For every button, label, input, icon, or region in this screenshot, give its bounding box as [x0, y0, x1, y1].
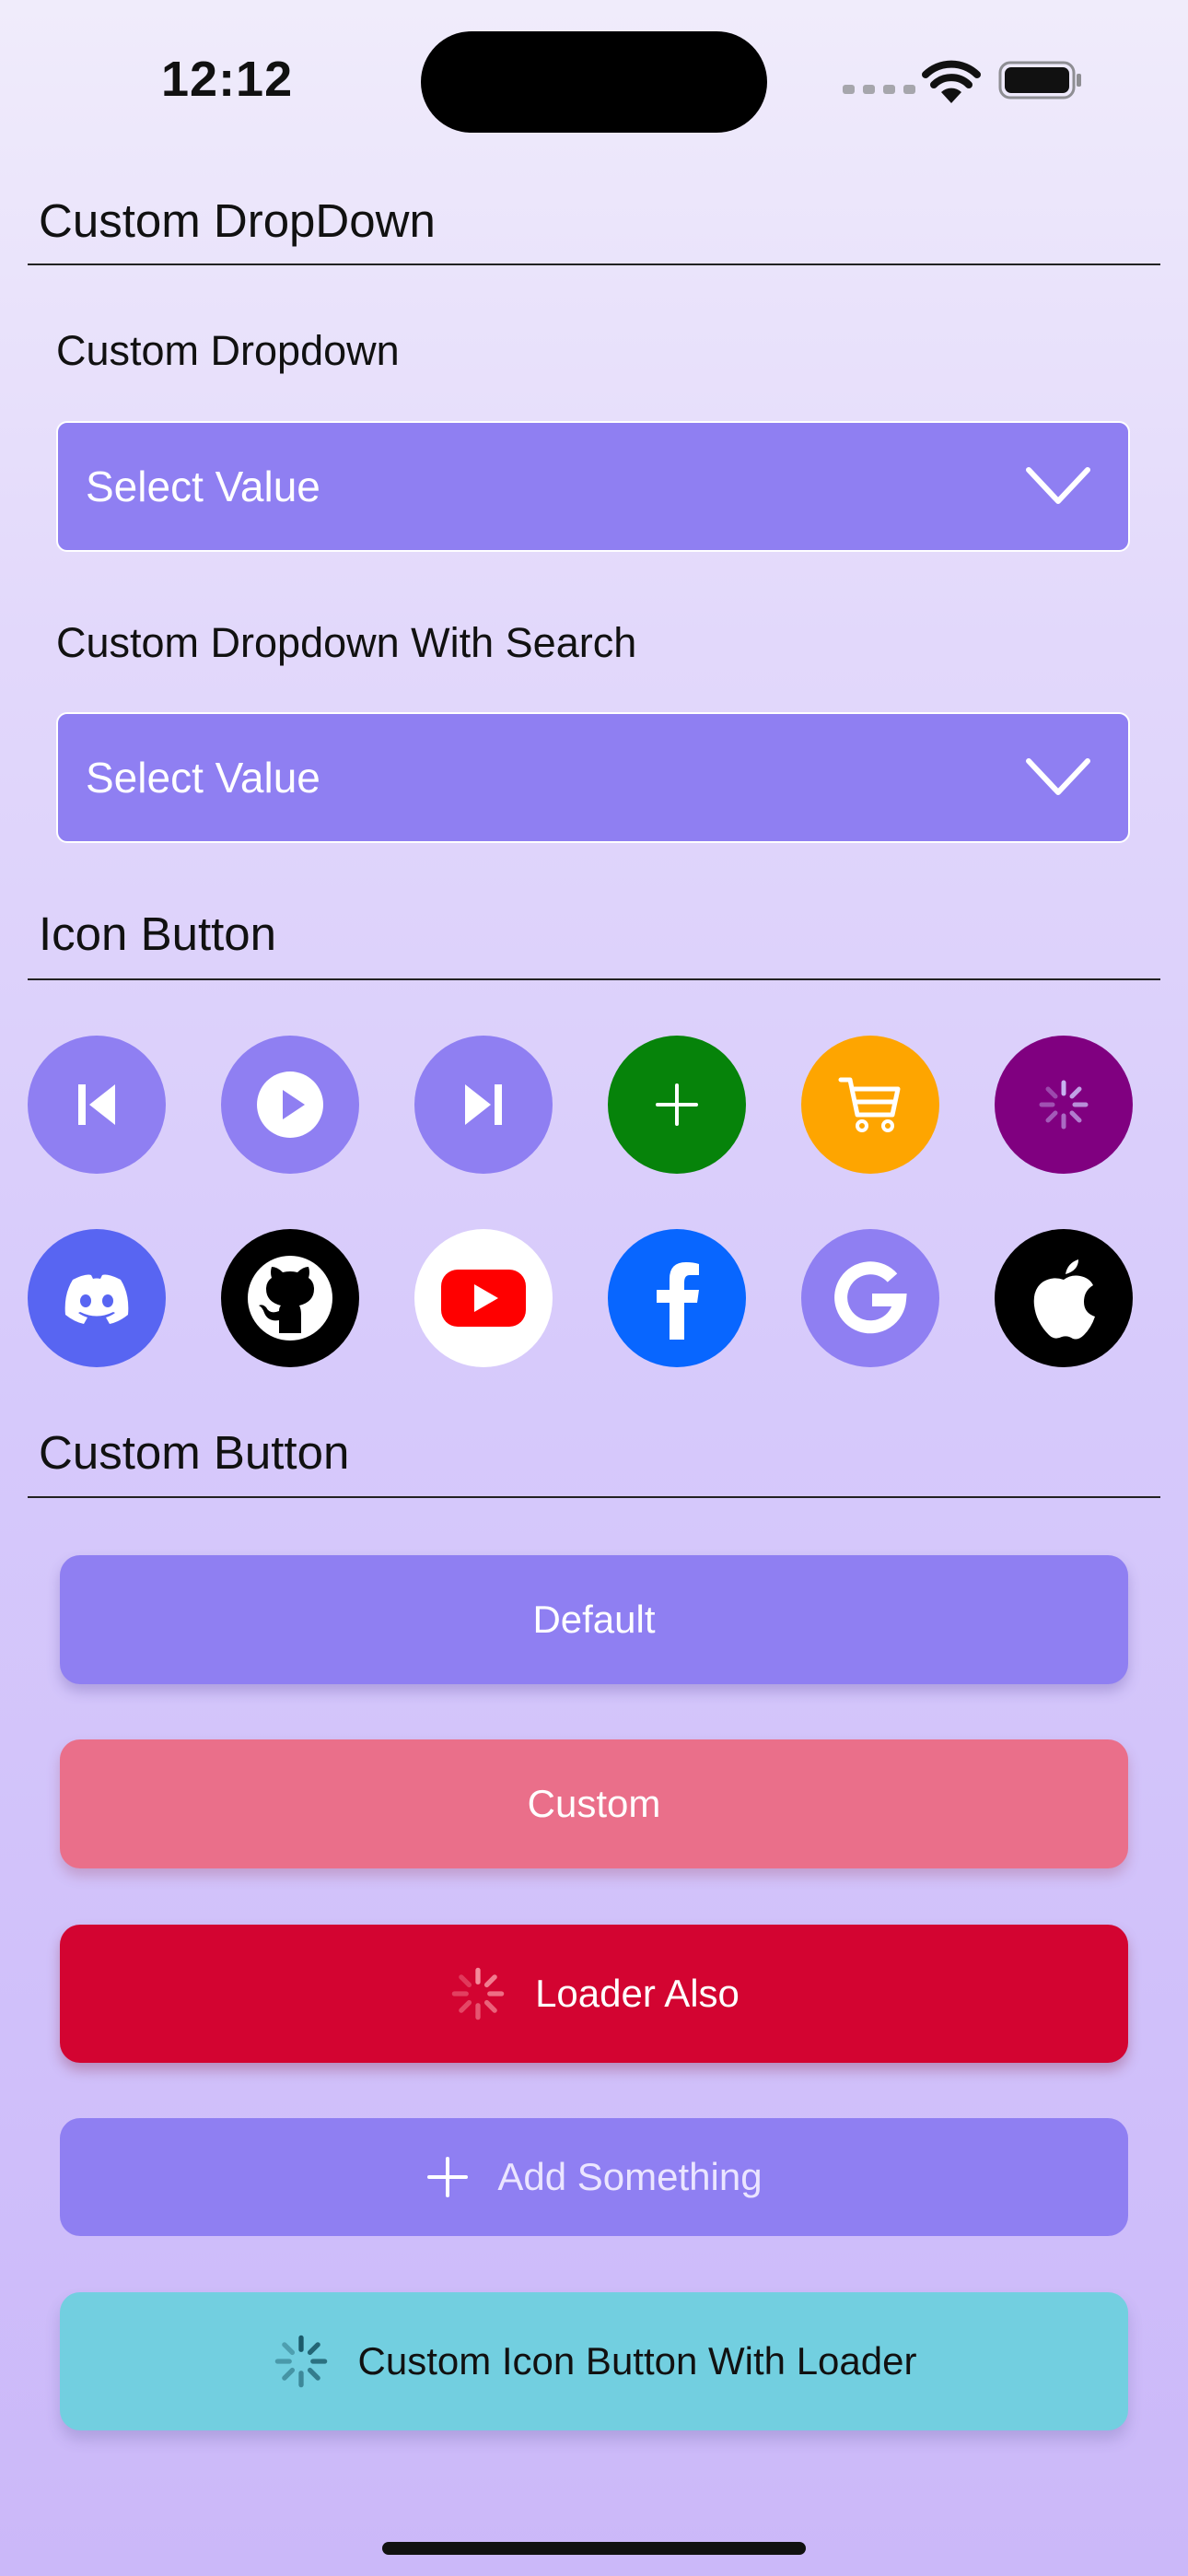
home-indicator[interactable]	[382, 2542, 806, 2555]
custom-dropdown[interactable]: Select Value	[56, 421, 1130, 552]
custom-dropdown-search[interactable]: Select Value	[56, 712, 1130, 843]
loader-button-label: Loader Also	[535, 1972, 740, 2015]
apple-button[interactable]	[995, 1229, 1133, 1367]
spinner-icon	[272, 2332, 331, 2391]
loading-button[interactable]	[995, 1036, 1133, 1174]
discord-button[interactable]	[28, 1229, 166, 1367]
custom-icon-loader-button[interactable]: Custom Icon Button With Loader	[60, 2292, 1128, 2430]
status-time: 12:12	[161, 52, 294, 107]
dropdown-search-label: Custom Dropdown With Search	[56, 619, 637, 666]
spinner-icon	[448, 1964, 507, 2023]
section-title-custom-button: Custom Button	[39, 1426, 350, 1479]
skip-next-icon	[465, 1084, 502, 1125]
plus-icon	[425, 2155, 470, 2199]
custom-button[interactable]: Custom	[60, 1739, 1128, 1868]
chevron-down-icon	[1026, 467, 1090, 504]
dynamic-island	[421, 31, 767, 133]
youtube-icon	[441, 1270, 526, 1327]
add-something-label: Add Something	[497, 2155, 763, 2198]
facebook-icon	[657, 1262, 699, 1340]
add-something-button[interactable]: Add Something	[60, 2118, 1128, 2236]
spinner-icon	[1039, 1080, 1089, 1130]
custom-icon-loader-label: Custom Icon Button With Loader	[357, 2339, 917, 2383]
add-button[interactable]	[608, 1036, 746, 1174]
default-button-label: Default	[532, 1598, 656, 1641]
skip-previous-icon	[78, 1084, 115, 1125]
cart-icon	[838, 1077, 901, 1132]
custom-button-label: Custom	[527, 1782, 661, 1825]
divider	[28, 263, 1160, 265]
dropdown-label: Custom Dropdown	[56, 327, 400, 374]
default-button[interactable]: Default	[60, 1555, 1128, 1684]
play-button[interactable]	[221, 1036, 359, 1174]
divider	[28, 1496, 1160, 1498]
wifi-icon	[922, 60, 981, 103]
apple-icon	[1033, 1259, 1095, 1340]
facebook-button[interactable]	[608, 1229, 746, 1367]
dropdown-value: Select Value	[86, 754, 320, 802]
skip-next-button[interactable]	[414, 1036, 553, 1174]
dropdown-value: Select Value	[86, 463, 320, 510]
chevron-down-icon	[1026, 758, 1090, 795]
cellular-signal-icon	[843, 85, 915, 94]
google-button[interactable]	[801, 1229, 939, 1367]
discord-icon	[64, 1274, 129, 1324]
section-title-dropdown: Custom DropDown	[39, 194, 436, 247]
play-icon	[257, 1071, 323, 1138]
cart-button[interactable]	[801, 1036, 939, 1174]
section-title-icon-button: Icon Button	[39, 907, 277, 960]
divider	[28, 978, 1160, 980]
plus-icon	[656, 1083, 698, 1126]
loader-button[interactable]: Loader Also	[60, 1925, 1128, 2063]
skip-previous-button[interactable]	[28, 1036, 166, 1174]
youtube-button[interactable]	[414, 1229, 553, 1367]
github-button[interactable]	[221, 1229, 359, 1367]
battery-icon	[998, 61, 1081, 100]
github-icon	[248, 1256, 332, 1341]
google-icon	[834, 1261, 907, 1334]
